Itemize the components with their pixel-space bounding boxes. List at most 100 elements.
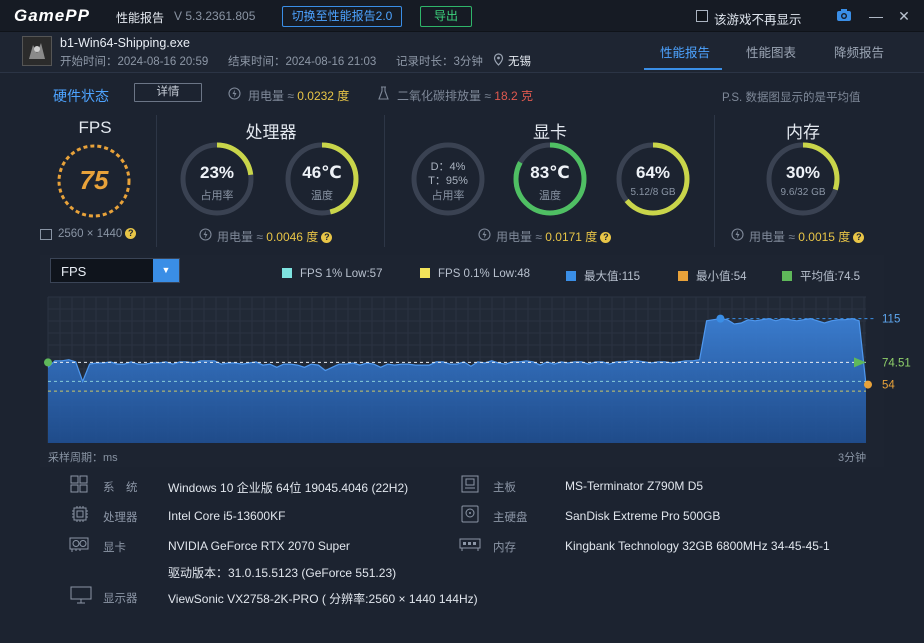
legend-swatch — [566, 271, 576, 281]
disk-icon — [460, 505, 480, 523]
help-icon[interactable]: ? — [125, 228, 137, 239]
section-divider — [384, 115, 385, 247]
cpu-usage-label: 占用率 — [200, 190, 234, 202]
cpu-temp-value: 46℃ — [302, 163, 342, 182]
app-logo: GamePP — [14, 6, 90, 25]
legend-avg: 平均值:74.5 — [782, 268, 860, 284]
duration: 记录时长：3分钟 — [396, 56, 483, 68]
power-icon — [199, 228, 212, 244]
tab-performance-chart[interactable]: 性能图表 — [746, 42, 796, 61]
cpu-usage-value: 23% — [199, 163, 235, 182]
hardware-status-heading: 硬件状态 — [53, 88, 109, 104]
help-icon[interactable]: ? — [853, 232, 865, 243]
close-button[interactable]: ✕ — [894, 6, 914, 26]
resolution-icon — [40, 229, 52, 240]
legend-swatch — [420, 268, 430, 278]
window-title: 性能报告 — [116, 11, 165, 25]
tab-throttle-report[interactable]: 降频报告 — [834, 42, 884, 61]
end-time: 结束时间：2024-08-16 21:03 — [228, 56, 377, 68]
ram-value: Kingbank Technology 32GB 6800MHz 34-45-4… — [565, 539, 830, 553]
switch-report-button[interactable]: 切换至性能报告2.0 — [282, 6, 402, 27]
chart-panel — [40, 255, 884, 467]
os-icon — [70, 475, 90, 493]
gpu-power: 用电量 ≈ 0.0171 度? — [496, 228, 612, 245]
help-icon[interactable]: ? — [600, 232, 612, 243]
fps-title: FPS — [78, 118, 112, 137]
gpu-value: NVIDIA GeForce RTX 2070 Super — [168, 539, 350, 553]
legend-swatch — [282, 268, 292, 278]
chevron-down-icon[interactable]: ▼ — [153, 259, 179, 282]
fps-value: 75 — [79, 165, 109, 195]
monitor-label: 显示器 — [103, 593, 138, 605]
power-icon — [228, 87, 241, 103]
legend-01pct-low: FPS 0.1% Low:48 — [420, 268, 530, 280]
gpu-driver-value: 驱动版本：31.0.15.5123 (GeForce 551.23) — [168, 566, 397, 580]
mem-title: 内存 — [786, 123, 820, 142]
mb-label: 主板 — [493, 482, 516, 494]
tab-performance-report[interactable]: 性能报告 — [660, 42, 710, 61]
gpu-card-icon — [68, 535, 89, 553]
legend-max: 最大值:115 — [566, 268, 640, 284]
ram-label: 内存 — [493, 542, 516, 554]
start-time: 开始时间：2024-08-16 20:59 — [60, 56, 209, 68]
co2-emission: 二氧化碳排放量 ≈ 18.2 克 — [397, 89, 533, 103]
metric-select-value: FPS — [61, 264, 87, 279]
right-axis-label: 74.51 — [882, 357, 911, 369]
right-axis-label: 115 — [882, 314, 900, 326]
power-icon — [478, 228, 491, 244]
fps-gauge: 75 — [56, 143, 132, 219]
cpu-label: 处理器 — [103, 512, 138, 524]
gpu-vram-gauge: 64% 5.12/8 GB — [615, 141, 691, 217]
mem-usage-sub: 9.6/32 GB — [780, 187, 826, 198]
gpu-temp-value: 83℃ — [530, 163, 570, 182]
legend-min: 最小值:54 — [678, 268, 747, 284]
cpu-title: 处理器 — [245, 123, 297, 142]
legend-swatch — [678, 271, 688, 281]
gpu-temp-gauge: 83℃ 温度 — [512, 141, 588, 217]
game-exe-name: b1-Win64-Shipping.exe — [60, 36, 190, 50]
monitor-icon — [70, 586, 92, 604]
gpu-t-value: T：95% — [428, 175, 468, 187]
section-divider — [714, 115, 715, 247]
x-axis-right-label: 3分钟 — [838, 452, 867, 464]
title-bar: GamePP 性能报告 V 5.3.2361.805 切换至性能报告2.0 导出… — [0, 0, 924, 32]
legend-1pct-low: FPS 1% Low:57 — [282, 268, 382, 280]
disk-value: SanDisk Extreme Pro 500GB — [565, 509, 721, 523]
help-icon[interactable]: ? — [321, 232, 333, 243]
minimize-button[interactable]: — — [866, 6, 886, 26]
legend-swatch — [782, 271, 792, 281]
monitor-value: ViewSonic VX2758-2K-PRO ( 分辨率:2560 × 144… — [168, 592, 478, 606]
x-axis-left-label: 采样周期：ms — [48, 452, 118, 464]
mem-usage-gauge: 30% 9.6/32 GB — [765, 141, 841, 217]
power-icon — [731, 228, 744, 244]
gpu-title: 显卡 — [533, 123, 567, 142]
location-label: 无锡 — [508, 56, 531, 68]
average-note: P.S. 数据图显示的是平均值 — [722, 92, 861, 104]
mb-value: MS-Terminator Z790M D5 — [565, 479, 704, 493]
metric-select[interactable]: FPS ▼ — [50, 258, 180, 283]
version-label: V 5.3.2361.805 — [174, 9, 256, 23]
gpu-temp-label: 温度 — [539, 190, 561, 202]
gpu-vram-sub: 5.12/8 GB — [630, 187, 676, 198]
fps-resolution: 2560 × 1440? — [58, 228, 137, 240]
detail-button[interactable]: 详情 — [134, 83, 202, 102]
cpu-usage-gauge: 23% 占用率 — [179, 141, 255, 217]
game-icon — [22, 36, 52, 66]
export-button[interactable]: 导出 — [420, 6, 472, 27]
cpu-chip-icon — [70, 505, 90, 523]
gpu-vram-value: 64% — [635, 163, 671, 182]
cpu-temp-gauge: 46℃ 温度 — [284, 141, 360, 217]
no-show-checkbox[interactable] — [696, 10, 708, 22]
ram-icon — [459, 535, 481, 553]
cpu-power: 用电量 ≈ 0.0046 度? — [217, 228, 333, 245]
camera-icon[interactable] — [836, 8, 852, 22]
os-label: 系 统 — [103, 482, 138, 494]
gpu-usage-label: 占用率 — [431, 190, 465, 202]
section-divider — [156, 115, 157, 247]
active-tab-indicator — [644, 68, 722, 70]
gpu-label: 显卡 — [103, 542, 126, 554]
mem-usage-value: 30% — [785, 163, 821, 182]
right-axis-label: 54 — [882, 380, 895, 392]
location-icon — [493, 53, 504, 66]
cpu-value: Intel Core i5-13600KF — [168, 509, 286, 523]
